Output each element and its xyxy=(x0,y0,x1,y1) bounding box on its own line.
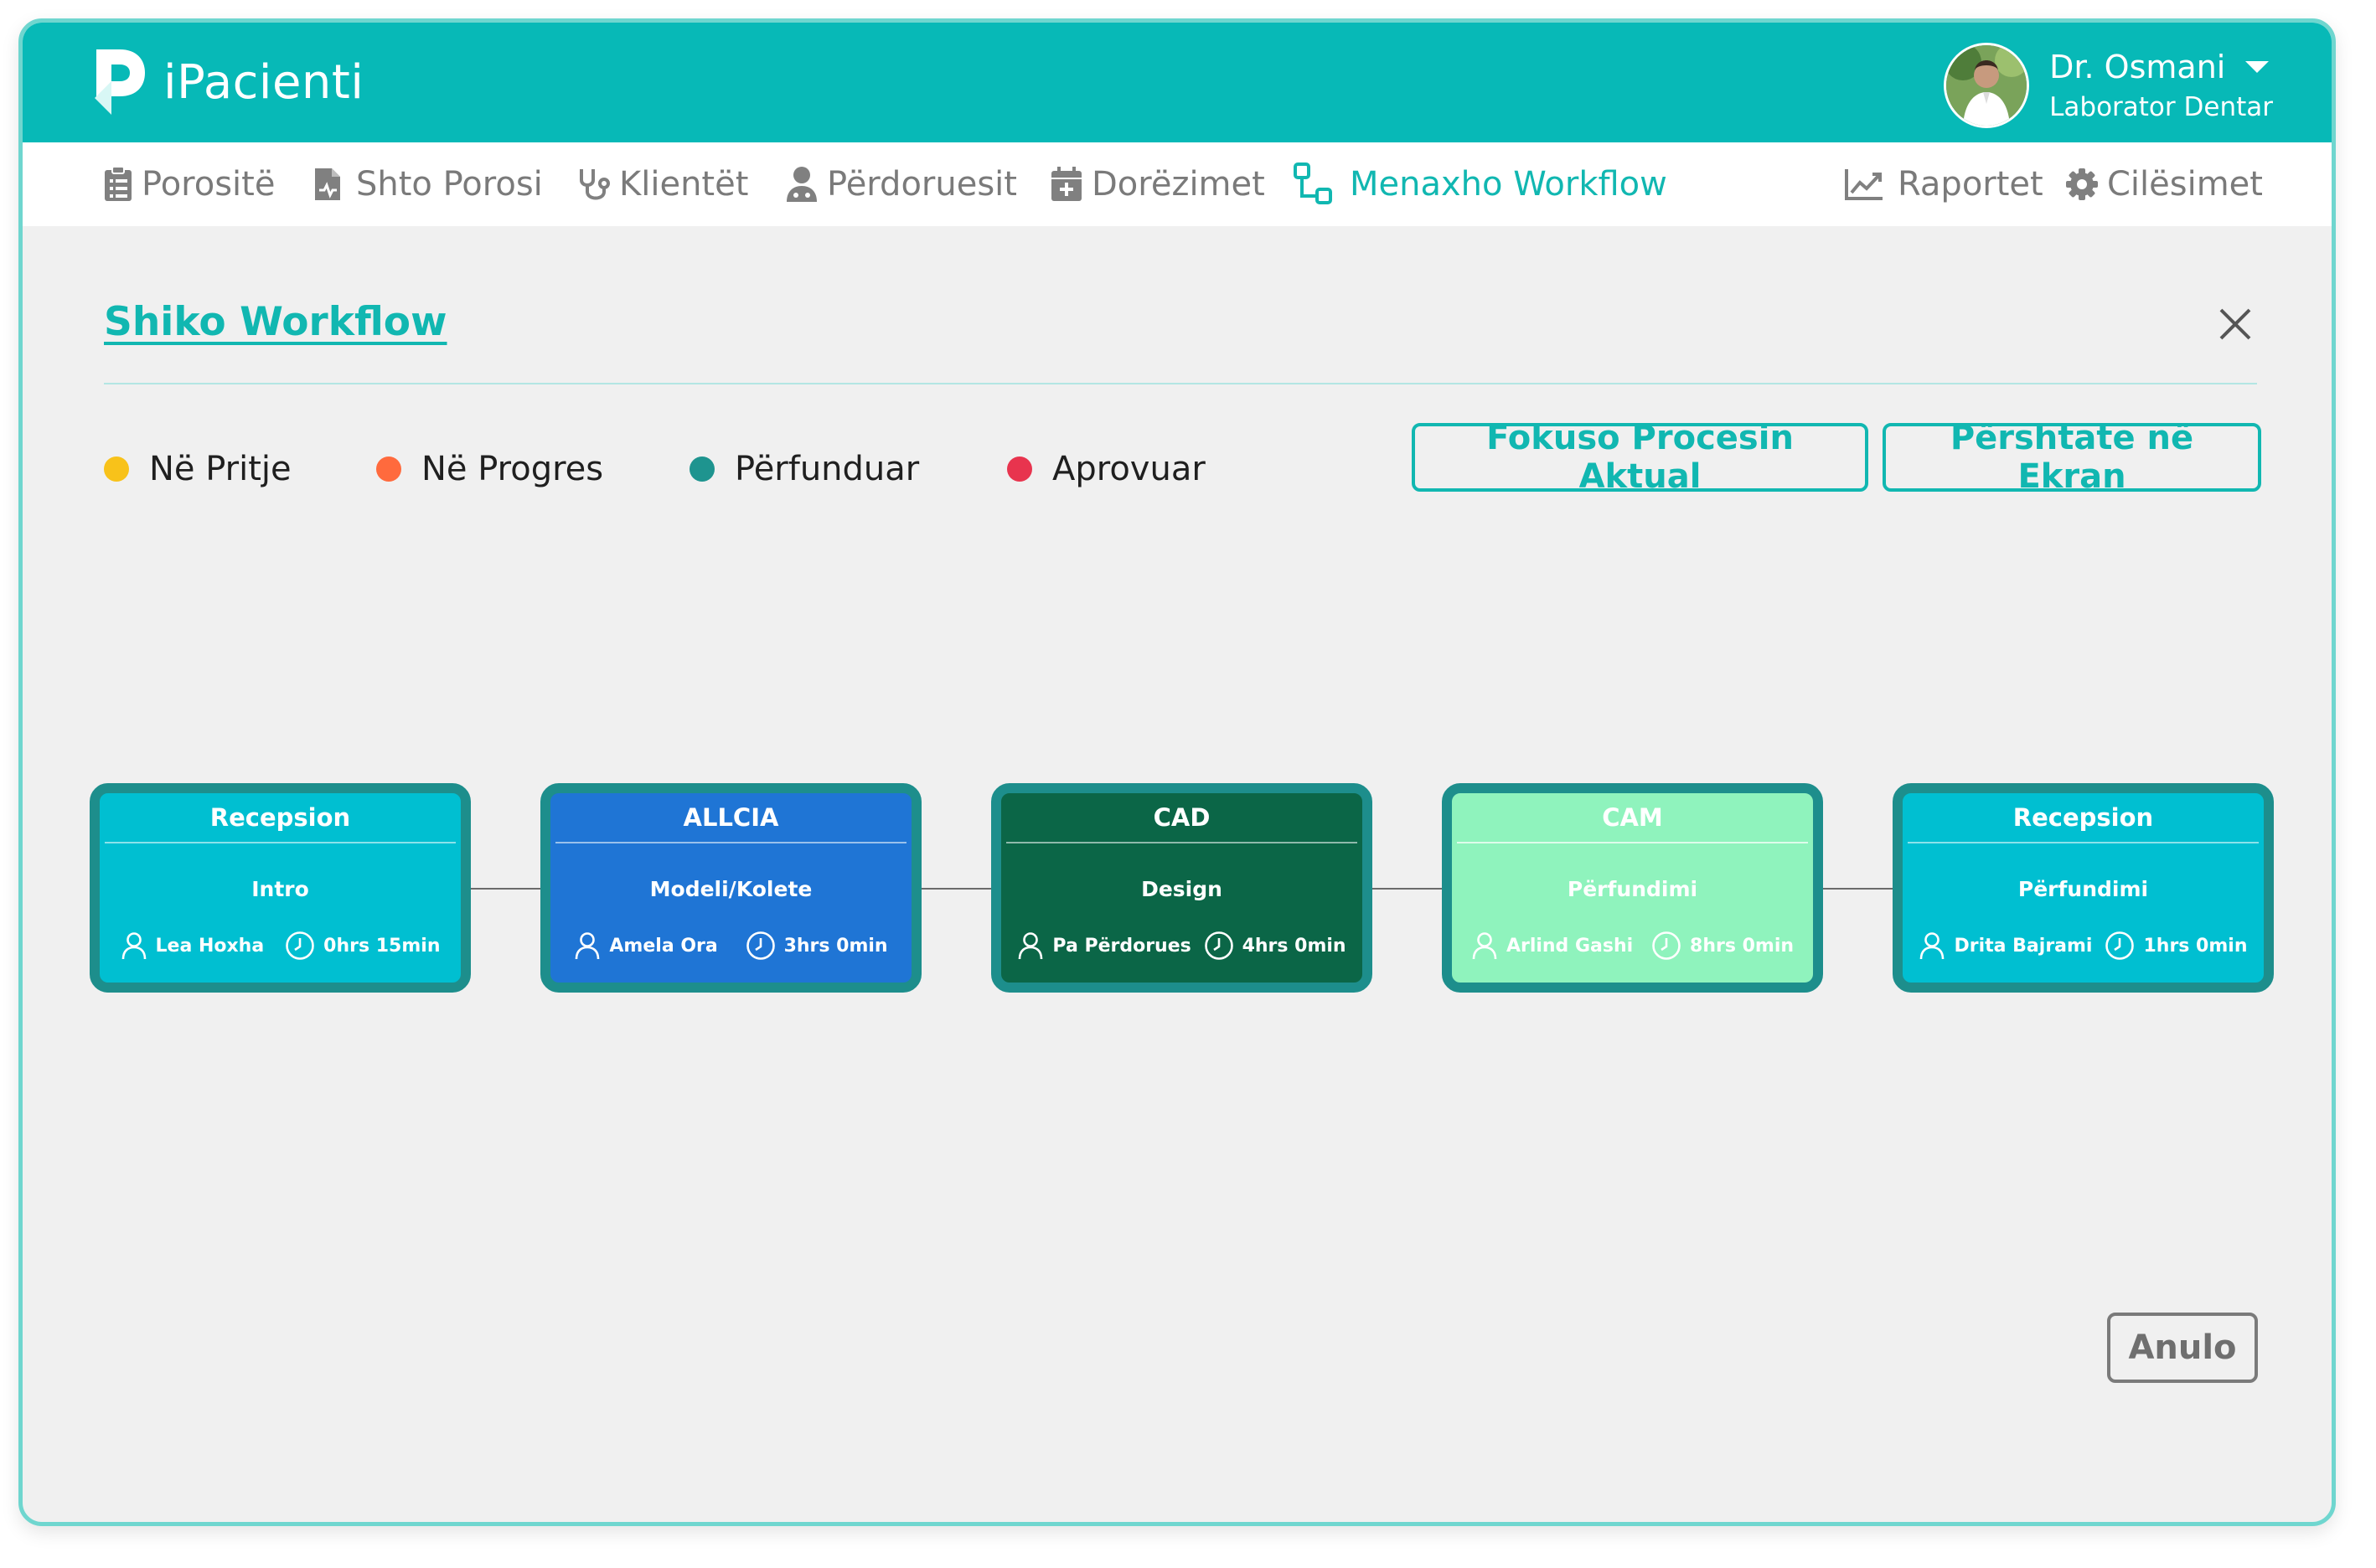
nav-item-perdoruesit[interactable]: Përdoruesit xyxy=(785,142,1017,226)
node-user: Lea Hoxha xyxy=(155,935,265,957)
logo[interactable]: iPacienti xyxy=(90,44,364,120)
nav-item-klientet[interactable]: Klientët xyxy=(577,142,748,226)
status-dot xyxy=(690,456,715,482)
workflow-node[interactable]: Recepsion Intro Lea Hoxha 0hrs 15min xyxy=(90,783,471,993)
node-step: Përfundimi xyxy=(2017,877,2149,901)
user-icon xyxy=(121,932,146,960)
clock-icon xyxy=(1204,931,1233,960)
node-duration: 4hrs 0min xyxy=(1242,935,1346,957)
node-user: Pa Përdorues xyxy=(1052,935,1191,957)
nav-item-dorezimet[interactable]: Dorëzimet xyxy=(1050,142,1265,226)
nav-label: Klientët xyxy=(619,165,749,204)
clock-icon xyxy=(746,931,775,960)
close-icon[interactable] xyxy=(2214,303,2256,345)
node-duration: 3hrs 0min xyxy=(783,935,888,957)
legend-label: Aprovuar xyxy=(1052,450,1206,488)
user-name: Dr. Osmani xyxy=(2049,49,2226,85)
node-department: ALLCIA xyxy=(683,803,779,832)
nav-label: Raportet xyxy=(1898,165,2043,204)
nav-item-raportet[interactable]: Raportet xyxy=(1844,142,2043,226)
legend-item-ne-progres: Në Progres xyxy=(376,440,603,498)
workflow-node[interactable]: Recepsion Përfundimi Drita Bajrami 1hrs … xyxy=(1893,783,2274,993)
nav-item-menaxho-workflow[interactable]: Menaxho Workflow xyxy=(1293,142,1667,226)
user-role: Laborator Dentar xyxy=(2049,92,2273,122)
node-duration: 1hrs 0min xyxy=(2143,935,2248,957)
cancel-button[interactable]: Anulo xyxy=(2107,1313,2258,1383)
workflow-node[interactable]: CAM Përfundimi Arlind Gashi 8hrs 0min xyxy=(1442,783,1823,993)
nav-label: Menaxho Workflow xyxy=(1350,165,1667,204)
legend-label: Përfunduar xyxy=(735,450,920,488)
nav-item-cilesimet[interactable]: Cilësimet xyxy=(2065,142,2263,226)
node-step: Modeli/Kolete xyxy=(649,877,813,901)
node-user: Arlind Gashi xyxy=(1506,935,1634,957)
nav-label: Shto Porosi xyxy=(356,165,543,204)
chart-line-icon xyxy=(1845,169,1883,200)
nav-label: Porositë xyxy=(142,165,276,204)
legend-label: Në Pritje xyxy=(149,450,292,488)
nav-label: Cilësimet xyxy=(2107,165,2263,204)
legend-item-aprovuar: Aprovuar xyxy=(1007,440,1206,498)
app-window: iPacienti Dr. Osmani Laborator Dentar Po… xyxy=(18,18,2336,1526)
calendar-plus-icon xyxy=(1051,167,1082,201)
user-doctor-icon xyxy=(787,167,817,202)
avatar xyxy=(1944,43,2030,128)
clock-icon xyxy=(2105,931,2135,960)
node-department: CAD xyxy=(1153,803,1211,832)
legend-label: Në Progres xyxy=(421,450,604,488)
node-user: Drita Bajrami xyxy=(1954,935,2093,957)
clipboard-icon xyxy=(105,166,132,201)
status-dot xyxy=(1007,456,1032,482)
node-duration: 0hrs 15min xyxy=(323,935,441,957)
workflow-icon xyxy=(1294,162,1332,204)
node-department: CAM xyxy=(1602,803,1663,832)
chevron-down-icon[interactable] xyxy=(2245,61,2270,73)
gear-icon xyxy=(2066,168,2098,200)
node-step: Përfundimi xyxy=(1567,877,1698,901)
legend-item-perfunduar: Përfunduar xyxy=(690,440,919,498)
file-add-icon xyxy=(315,168,340,200)
workflow-node[interactable]: CAD Design Pa Përdorues 4hrs 0min xyxy=(991,783,1372,993)
stethoscope-icon xyxy=(580,169,610,200)
user-icon xyxy=(1920,932,1945,960)
node-department: Recepsion xyxy=(209,803,351,832)
focus-current-process-button[interactable]: Fokuso Procesin Aktual xyxy=(1412,419,1868,496)
nav-label: Dorëzimet xyxy=(1092,165,1265,204)
user-icon xyxy=(576,932,600,960)
nav-label: Përdoruesit xyxy=(827,165,1017,204)
user-icon xyxy=(1019,932,1043,960)
logo-icon xyxy=(95,49,145,115)
node-step: Design xyxy=(1141,877,1222,901)
user-menu[interactable]: Dr. Osmani Laborator Dentar xyxy=(1944,43,2273,128)
node-step: Intro xyxy=(251,877,309,901)
clock-icon xyxy=(286,931,314,960)
node-department: Recepsion xyxy=(2012,803,2154,832)
clock-icon xyxy=(1652,931,1681,960)
title-divider xyxy=(104,383,2257,384)
nav-item-shto-porosi[interactable]: Shto Porosi xyxy=(312,142,543,226)
node-duration: 8hrs 0min xyxy=(1690,935,1795,957)
page-title[interactable]: Shiko Workflow xyxy=(104,299,447,345)
status-dot xyxy=(104,456,129,482)
app-name: iPacienti xyxy=(163,54,364,110)
node-user: Amela Ora xyxy=(609,935,718,957)
status-dot xyxy=(376,456,401,482)
workflow-node[interactable]: ALLCIA Modeli/Kolete Amela Ora 3hrs 0min xyxy=(540,783,922,993)
legend-item-ne-pritje: Në Pritje xyxy=(104,440,292,498)
top-bar: iPacienti Dr. Osmani Laborator Dentar xyxy=(23,23,2332,142)
user-icon xyxy=(1472,932,1497,960)
nav-item-porosite[interactable]: Porositë xyxy=(103,142,275,226)
main-navigation: Porositë Shto Porosi Klientët Përdoruesi… xyxy=(23,142,2332,226)
fit-to-screen-button[interactable]: Përshtate në Ekran xyxy=(1883,419,2261,496)
